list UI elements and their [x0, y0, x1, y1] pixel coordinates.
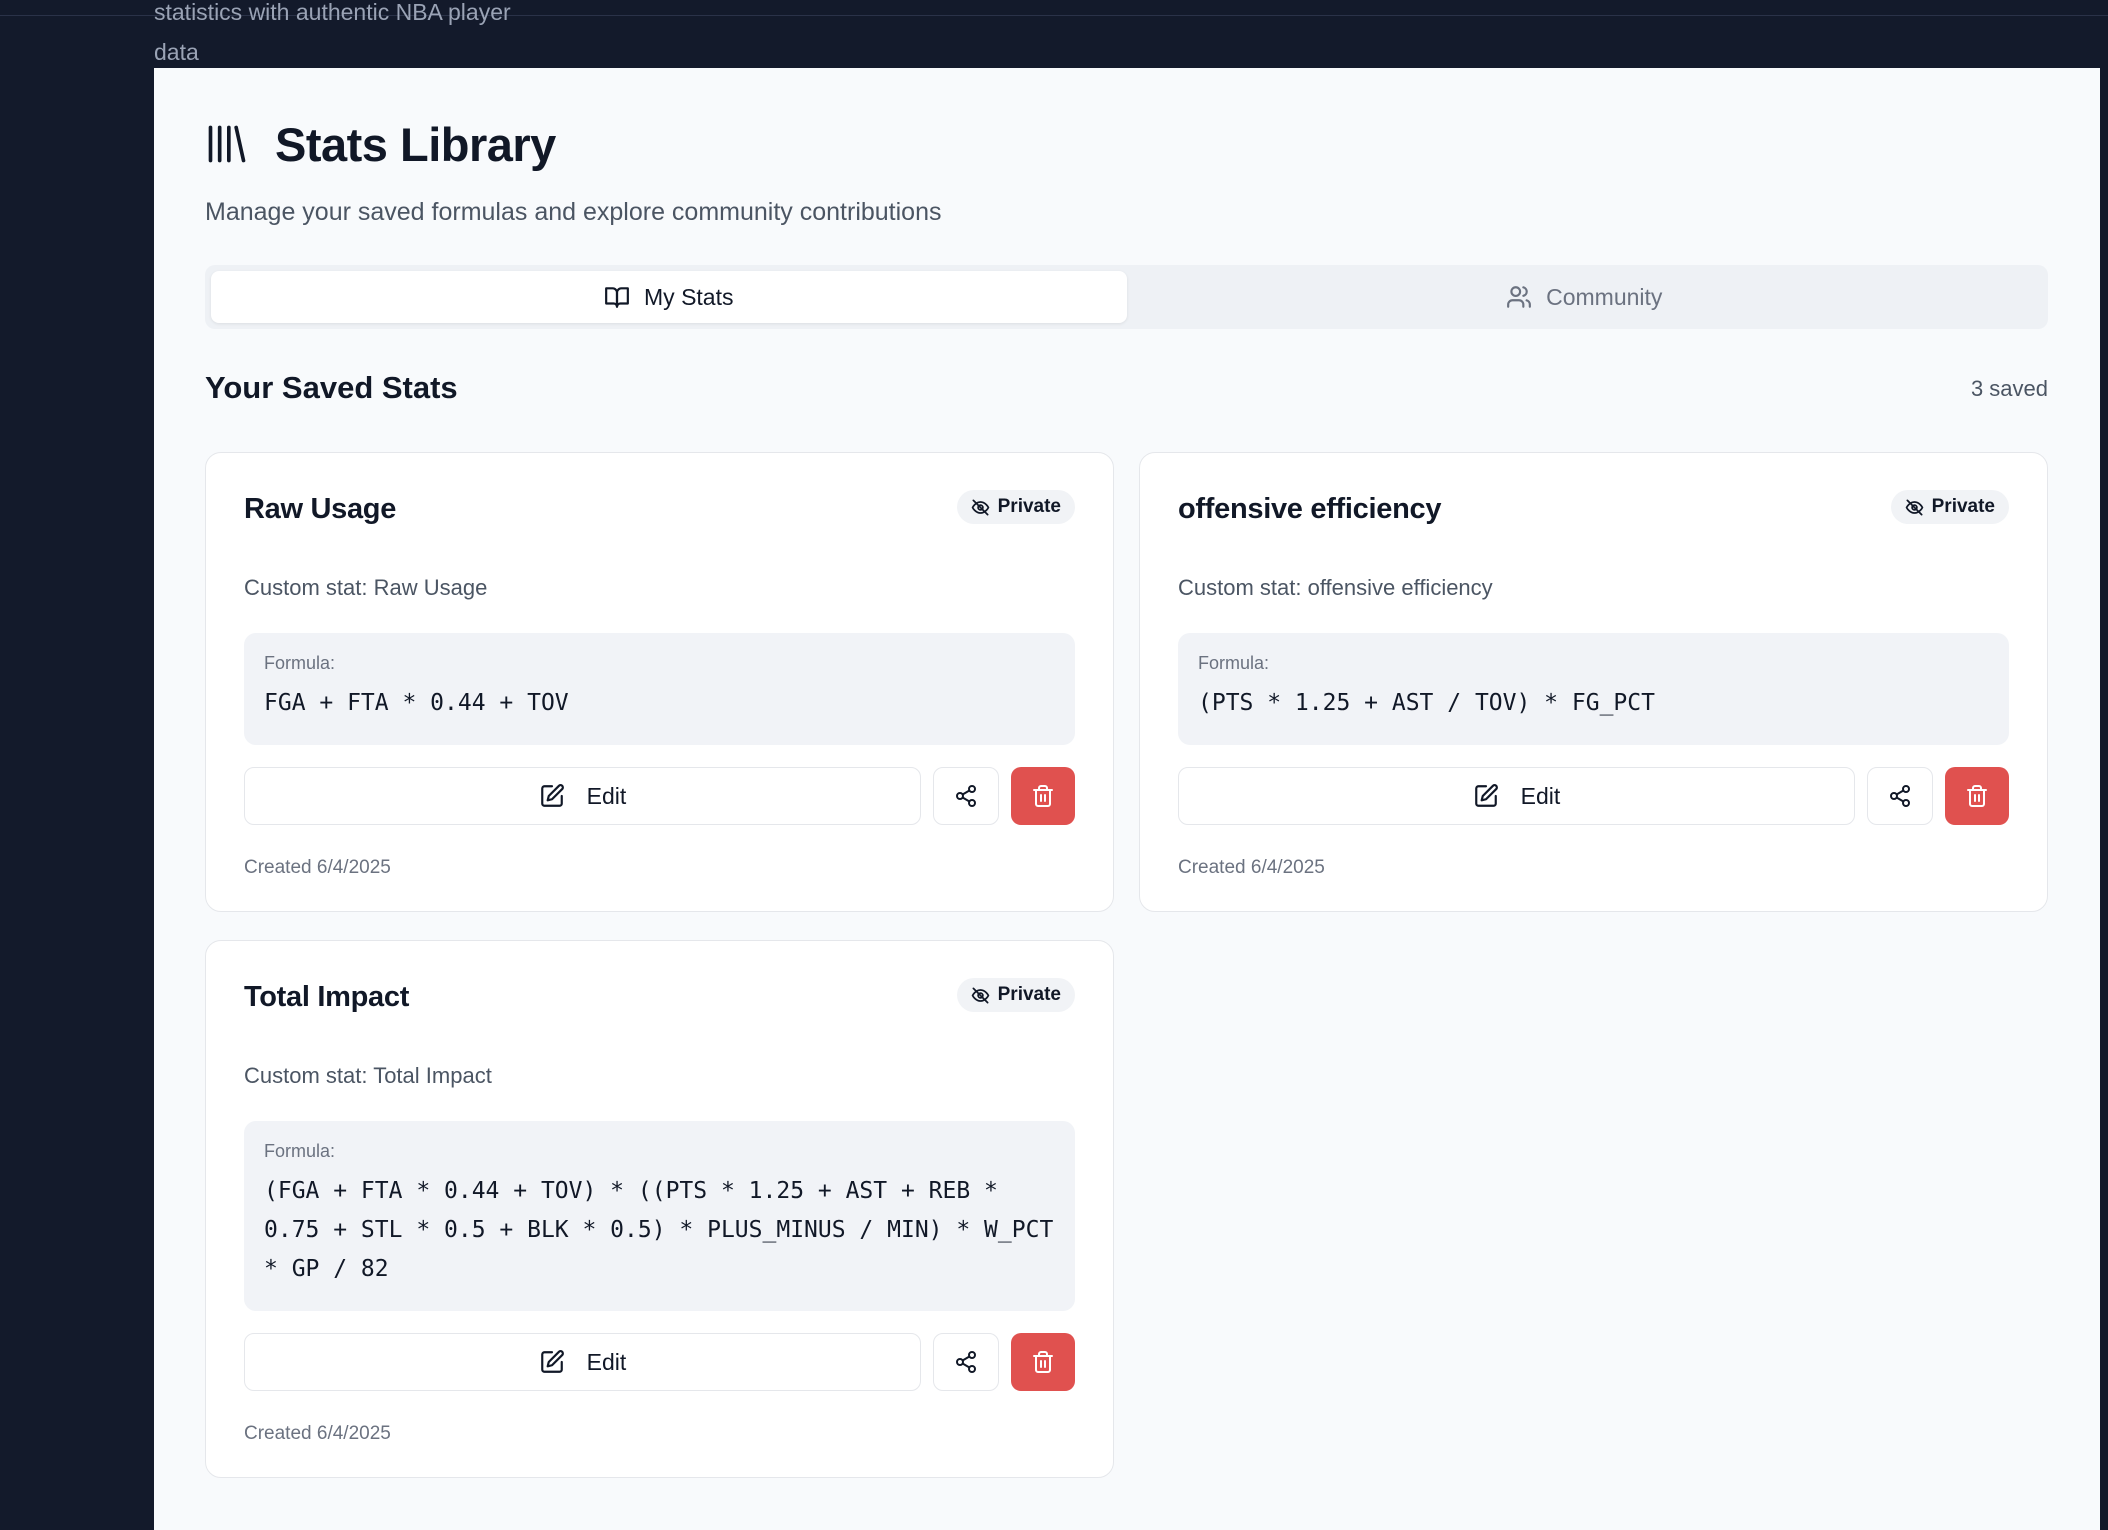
formula-label: Formula: [1198, 653, 1270, 673]
tab-my-stats-label: My Stats [644, 283, 734, 310]
delete-button[interactable] [1945, 767, 2009, 825]
edit-label: Edit [586, 782, 627, 809]
badge-label: Private [997, 984, 1061, 1005]
delete-button[interactable] [1011, 1333, 1075, 1391]
formula-text: (FGA + FTA * 0.44 + TOV) * ((PTS * 1.25 … [264, 1178, 1054, 1282]
stat-card: offensive efficiency Private Custom stat… [1139, 452, 2048, 912]
stat-description: Custom stat: Total Impact [244, 1063, 492, 1088]
book-open-icon [605, 287, 629, 308]
share-button[interactable] [933, 1333, 999, 1391]
page-title: Stats Library [275, 117, 556, 171]
card-actions: Edit [244, 1333, 1075, 1391]
library-tabs: My Stats Community [205, 265, 2048, 329]
edit-icon [540, 1350, 564, 1373]
page-subtitle: Manage your saved formulas and explore c… [205, 198, 942, 226]
visibility-badge: Private [956, 490, 1075, 524]
library-icon [208, 125, 246, 163]
formula-label: Formula: [264, 1141, 336, 1161]
edit-button[interactable]: Edit [1178, 767, 1855, 825]
tab-community[interactable]: Community [1127, 271, 2043, 323]
stat-title: offensive efficiency [1178, 493, 1442, 525]
delete-button[interactable] [1011, 767, 1075, 825]
formula-box: Formula: FGA + FTA * 0.44 + TOV [244, 633, 1075, 745]
trash-icon [1967, 785, 1987, 807]
eye-off-icon [971, 987, 989, 1003]
stat-card: Total Impact Private Custom stat: Total … [205, 940, 1114, 1478]
edit-label: Edit [586, 1348, 627, 1375]
saved-count: 3 saved [1970, 376, 2048, 401]
stat-title: Total Impact [244, 981, 410, 1013]
share-button[interactable] [933, 767, 999, 825]
trash-icon [1033, 785, 1053, 807]
created-date: Created 6/4/2025 [244, 1423, 391, 1444]
stat-title: Raw Usage [244, 493, 397, 525]
eye-off-icon [1905, 499, 1923, 515]
edit-button[interactable]: Edit [244, 1333, 921, 1391]
created-date: Created 6/4/2025 [244, 857, 391, 878]
edit-icon [540, 784, 564, 807]
formula-label: Formula: [264, 653, 336, 673]
share-icon [956, 1351, 976, 1373]
card-actions: Edit [244, 767, 1075, 825]
edit-icon [1474, 784, 1498, 807]
trash-icon [1033, 1351, 1053, 1373]
created-date: Created 6/4/2025 [1178, 857, 1325, 878]
share-icon [1890, 785, 1910, 807]
edit-label: Edit [1520, 782, 1561, 809]
badge-label: Private [1931, 496, 1995, 517]
visibility-badge: Private [1890, 490, 2009, 524]
app-tagline: statistics with authentic NBA player dat… [154, 0, 511, 65]
title-row: Stats Library [205, 108, 942, 180]
users-icon [1507, 286, 1532, 308]
formula-text: (PTS * 1.25 + AST / TOV) * FG_PCT [1198, 690, 1655, 716]
share-button[interactable] [1867, 767, 1933, 825]
page-header: Stats Library Manage your saved formulas… [205, 108, 942, 227]
tab-my-stats[interactable]: My Stats [211, 271, 1127, 323]
stat-description: Custom stat: Raw Usage [244, 575, 488, 600]
edit-button[interactable]: Edit [244, 767, 921, 825]
formula-box: Formula: (FGA + FTA * 0.44 + TOV) * ((PT… [244, 1121, 1075, 1311]
main-content: Stats Library Manage your saved formulas… [154, 68, 2100, 1530]
formula-box: Formula: (PTS * 1.25 + AST / TOV) * FG_P… [1178, 633, 2009, 745]
formula-text: FGA + FTA * 0.44 + TOV [264, 690, 569, 716]
stat-description: Custom stat: offensive efficiency [1178, 575, 1493, 600]
visibility-badge: Private [956, 978, 1075, 1012]
card-actions: Edit [1178, 767, 2009, 825]
eye-off-icon [971, 499, 989, 515]
share-icon [956, 785, 976, 807]
section-title: Your Saved Stats [205, 370, 458, 405]
badge-label: Private [997, 496, 1061, 517]
tab-community-label: Community [1546, 283, 1663, 310]
stat-card: Raw Usage Private Custom stat: Raw Usage… [205, 452, 1114, 912]
